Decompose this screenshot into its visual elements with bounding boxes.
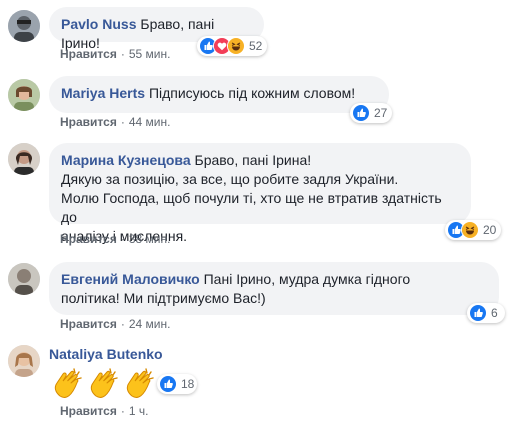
like-link[interactable]: Нравится (60, 115, 117, 129)
comment-meta: Нравится · 1 ч. (60, 404, 148, 418)
reaction-count: 18 (181, 377, 195, 391)
separator-dot: · (120, 404, 125, 418)
separator-dot: · (120, 317, 125, 331)
comment-meta: Нравится · 44 мин. (60, 115, 170, 129)
comment-text: Підписуюсь під кожним словом! (148, 85, 356, 101)
reaction-count: 6 (491, 306, 498, 320)
reactions-summary[interactable]: 6 (467, 303, 505, 323)
comment-time[interactable]: 1 ч. (129, 404, 149, 418)
comment-meta: Нравится · 24 мин. (60, 317, 170, 331)
comment-text-line: політика! Ми підтримуємо Вас!) (61, 290, 266, 306)
separator-dot: · (120, 232, 125, 246)
reaction-count: 20 (483, 223, 497, 237)
reactions-summary[interactable]: 27 (350, 103, 392, 123)
like-link[interactable]: Нравится (60, 317, 117, 331)
like-reaction-icon (469, 304, 487, 322)
comment-text-line: Молю Господа, щоб почули ті, хто ще не в… (61, 190, 442, 225)
comment-author[interactable]: Pavlo Nuss (61, 16, 136, 32)
avatar[interactable] (8, 79, 40, 111)
haha-reaction-icon (227, 37, 245, 55)
like-reaction-icon (159, 375, 177, 393)
clapping-hands-icon (86, 366, 122, 402)
comment-author[interactable]: Nataliya Butenko (49, 346, 163, 362)
avatar[interactable] (8, 143, 40, 175)
like-link[interactable]: Нравится (60, 47, 117, 61)
like-reaction-icon (352, 104, 370, 122)
comment-time[interactable]: 55 мин. (129, 47, 171, 61)
comment-time[interactable]: 24 мин. (129, 317, 171, 331)
separator-dot: · (120, 115, 125, 129)
comment-meta: Нравится · 55 мин. (60, 47, 170, 61)
comment-bubble: Mariya Herts Підписуюсь під кожним слово… (49, 76, 389, 113)
like-link[interactable]: Нравится (60, 232, 117, 246)
comment-text-line: Дякую за позицію, за все, що робите задл… (61, 171, 399, 187)
comment-bubble: Марина Кузнецова Браво, пані Ірина! Дяку… (49, 143, 471, 244)
avatar[interactable] (8, 345, 40, 377)
reactions-summary[interactable]: 18 (157, 374, 197, 394)
reactions-summary[interactable]: 52 (197, 36, 267, 56)
comment-author[interactable]: Mariya Herts (61, 85, 145, 101)
comment-text-line: Браво, пані Ірина! (194, 152, 312, 168)
reaction-count: 27 (374, 106, 388, 120)
comment-meta: Нравится · 38 мин. (60, 232, 170, 246)
clapping-hands-icon (50, 366, 86, 402)
haha-reaction-icon (461, 221, 479, 239)
avatar[interactable] (8, 10, 40, 42)
reactions-summary[interactable]: 20 (445, 220, 501, 240)
comment-text-line: Пані Ірино, мудра думка гідного (203, 271, 411, 287)
comment-author[interactable]: Евгений Маловичко (61, 271, 200, 287)
avatar[interactable] (8, 263, 40, 295)
comment-time[interactable]: 38 мин. (129, 232, 171, 246)
comment-author[interactable]: Марина Кузнецова (61, 152, 191, 168)
comment-bubble: Евгений Маловичко Пані Ірино, мудра думк… (49, 262, 499, 315)
separator-dot: · (120, 47, 125, 61)
like-link[interactable]: Нравится (60, 404, 117, 418)
clapping-hands-icon (122, 366, 158, 402)
reaction-count: 52 (249, 39, 263, 53)
comment-time[interactable]: 44 мин. (129, 115, 171, 129)
